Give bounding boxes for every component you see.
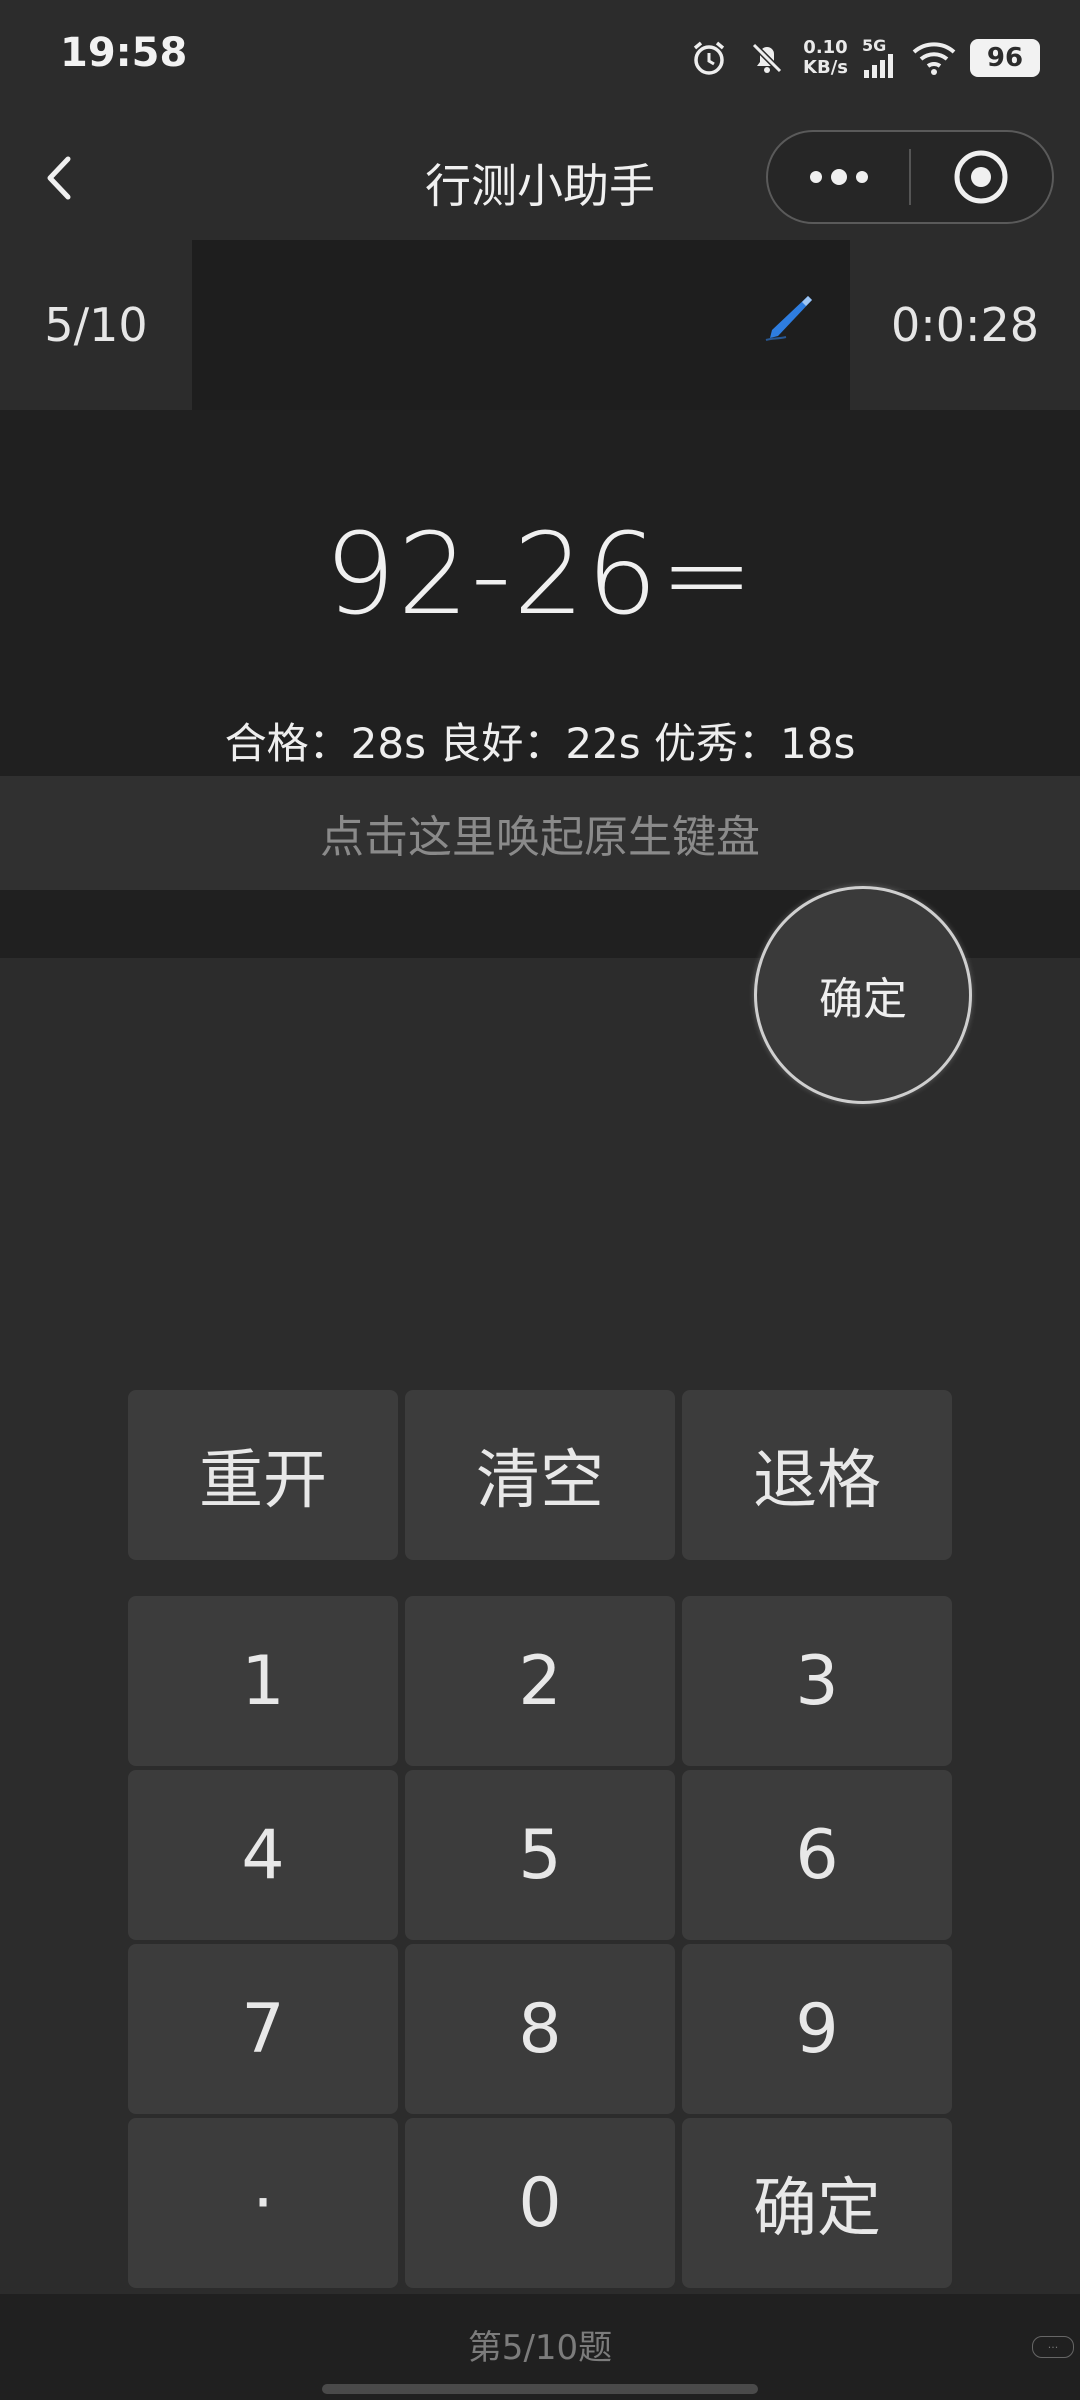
app-page: 19:58 0.10 KB/s 5G 96 行测小助手 5/10 0:0:28 … (0, 0, 1080, 2400)
key-6[interactable]: 6 (682, 1770, 952, 1940)
pen-icon[interactable] (756, 290, 816, 350)
progress-row: 5/10 0:0:28 (0, 240, 1080, 410)
key-3[interactable]: 3 (682, 1596, 952, 1766)
key-2[interactable]: 2 (405, 1596, 675, 1766)
backspace-key[interactable]: 退格 (682, 1390, 952, 1560)
network-type: 5G (862, 36, 887, 55)
watermark-icon: ··· (1032, 2336, 1074, 2358)
question-index: 第5/10题 (467, 2328, 613, 2368)
mini-program-capsule (766, 130, 1054, 224)
key-9[interactable]: 9 (682, 1944, 952, 2114)
battery-icon: 96 (970, 39, 1040, 77)
more-button[interactable] (768, 132, 909, 222)
key-4[interactable]: 4 (128, 1770, 398, 1940)
home-indicator[interactable] (322, 2384, 758, 2394)
clear-key[interactable]: 清空 (405, 1390, 675, 1560)
net-speed: 0.10 KB/s (803, 38, 848, 78)
status-bar: 19:58 0.10 KB/s 5G 96 (0, 0, 1080, 116)
key-8[interactable]: 8 (405, 1944, 675, 2114)
chevron-left-icon (47, 156, 71, 200)
progress-count: 5/10 (44, 298, 148, 352)
net-speed-unit: KB/s (803, 57, 848, 78)
signal-icon: 5G (862, 38, 898, 78)
key-5[interactable]: 5 (405, 1770, 675, 1940)
confirm-floating-button[interactable]: 确定 (754, 886, 972, 1104)
key-0[interactable]: 0 (405, 2118, 675, 2288)
wifi-icon (912, 36, 956, 80)
question-panel: 92-26= 合格：28s 良好：22s 优秀：18s (0, 410, 1080, 776)
back-button[interactable] (28, 146, 92, 210)
nav-bar: 行测小助手 (0, 116, 1080, 240)
key-1[interactable]: 1 (128, 1596, 398, 1766)
timer: 0:0:28 (890, 298, 1040, 352)
key-dot[interactable]: · (128, 2118, 398, 2288)
footer: 第5/10题 (0, 2294, 1080, 2400)
scratchpad-canvas[interactable] (192, 240, 850, 410)
net-speed-value: 0.10 (803, 37, 848, 58)
target-icon (954, 150, 1008, 204)
question-expression: 92-26= (324, 510, 756, 640)
status-time: 19:58 (60, 30, 188, 76)
status-icons: 0.10 KB/s 5G 96 (687, 32, 1040, 84)
time-standards: 合格：28s 良好：22s 优秀：18s (224, 719, 856, 768)
native-keyboard-trigger[interactable]: 点击这里唤起原生键盘 (0, 776, 1080, 890)
alarm-icon (687, 36, 731, 80)
confirm-key[interactable]: 确定 (682, 2118, 952, 2288)
key-7[interactable]: 7 (128, 1944, 398, 2114)
more-dots-icon (809, 169, 868, 185)
mute-bell-icon (745, 36, 789, 80)
close-button[interactable] (911, 132, 1052, 222)
restart-key[interactable]: 重开 (128, 1390, 398, 1560)
